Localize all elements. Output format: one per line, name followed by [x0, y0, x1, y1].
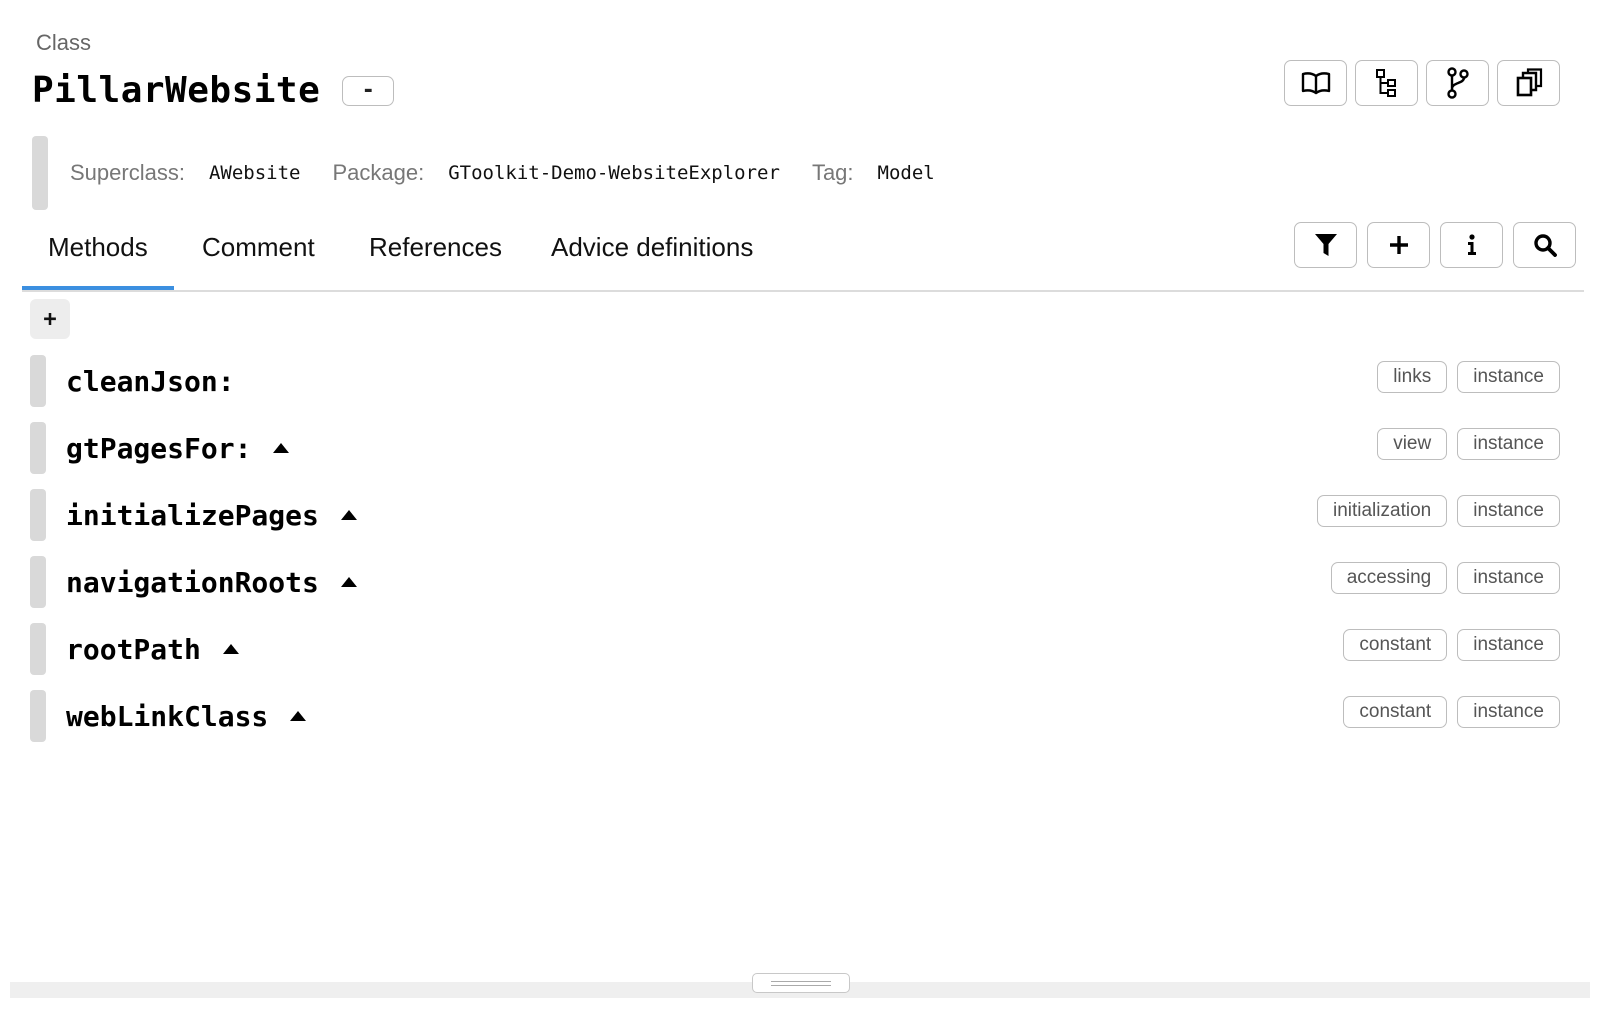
method-tags: initialization instance [1316, 495, 1560, 527]
search-icon [1533, 233, 1557, 257]
book-icon [1301, 71, 1331, 95]
method-name[interactable]: navigationRoots [66, 566, 319, 599]
info-icon [1466, 234, 1478, 256]
method-row-initializepages[interactable]: initializePages initialization instance [30, 489, 1560, 541]
title-row: PillarWebsite - [32, 70, 395, 111]
documentation-button[interactable] [1284, 60, 1347, 106]
class-title: PillarWebsite [32, 70, 321, 111]
resize-handle[interactable] [752, 973, 850, 993]
method-row-weblinkclass[interactable]: webLinkClass constant instance [30, 690, 1560, 742]
add-button[interactable] [1367, 222, 1430, 268]
tab-comment[interactable]: Comment [202, 232, 315, 280]
method-tags: constant instance [1343, 696, 1560, 728]
tag-link[interactable]: Model [878, 162, 935, 184]
method-name[interactable]: cleanJson: [66, 365, 235, 398]
side-tag[interactable]: instance [1457, 361, 1560, 393]
protocol-tag[interactable]: links [1377, 361, 1448, 393]
protocol-tag[interactable]: view [1377, 428, 1448, 460]
method-tags: links instance [1377, 361, 1560, 393]
hierarchy-icon [1375, 68, 1399, 98]
method-strip [30, 690, 46, 742]
tab-methods[interactable]: Methods [22, 232, 174, 290]
method-name[interactable]: initializePages [66, 499, 319, 532]
meta-strip [32, 136, 48, 210]
side-tag[interactable]: instance [1457, 428, 1560, 460]
protocol-tag[interactable]: initialization [1316, 495, 1448, 527]
copy-icon [1515, 68, 1543, 98]
side-tag[interactable]: instance [1457, 562, 1560, 594]
method-name[interactable]: webLinkClass [66, 700, 268, 733]
method-strip [30, 489, 46, 541]
branch-button[interactable] [1426, 60, 1489, 106]
method-strip [30, 556, 46, 608]
method-strip [30, 623, 46, 675]
method-strip [30, 422, 46, 474]
plus-icon [1389, 235, 1409, 255]
search-button[interactable] [1513, 222, 1576, 268]
tab-actions [1294, 222, 1576, 268]
protocol-tag[interactable]: accessing [1330, 562, 1448, 594]
method-row-gtpagesfor[interactable]: gtPagesFor: view instance [30, 422, 1560, 474]
method-name[interactable]: gtPagesFor: [66, 432, 251, 465]
package-link[interactable]: GToolkit-Demo-WebsiteExplorer [448, 162, 780, 184]
method-row-navigationroots[interactable]: navigationRoots accessing instance [30, 556, 1560, 608]
side-tag[interactable]: instance [1457, 696, 1560, 728]
info-button[interactable] [1440, 222, 1503, 268]
side-tag[interactable]: instance [1457, 629, 1560, 661]
method-row-cleanjson[interactable]: cleanJson: links instance [30, 355, 1560, 407]
copy-button[interactable] [1497, 60, 1560, 106]
tab-bar: Methods Comment References Advice defini… [22, 222, 1584, 292]
filter-button[interactable] [1294, 222, 1357, 268]
method-tags: accessing instance [1330, 562, 1560, 594]
branch-icon [1446, 67, 1470, 99]
protocol-tag[interactable]: constant [1343, 629, 1448, 661]
add-method-button[interactable]: + [30, 299, 70, 339]
superclass-label: Superclass: [70, 160, 185, 185]
method-tags: view instance [1377, 428, 1560, 460]
package-label: Package: [332, 160, 425, 185]
class-meta-bar: Superclass: AWebsite Package: GToolkit-D… [32, 136, 967, 210]
method-row-rootpath[interactable]: rootPath constant instance [30, 623, 1560, 675]
collapse-button[interactable]: - [342, 75, 395, 106]
method-strip [30, 355, 46, 407]
hierarchy-button[interactable] [1355, 60, 1418, 106]
protocol-tag[interactable]: constant [1343, 696, 1448, 728]
expand-triangle-icon[interactable] [340, 510, 357, 520]
expand-triangle-icon[interactable] [273, 443, 290, 453]
class-browser: Class PillarWebsite - Superclass: AWebsi… [0, 0, 1600, 1012]
top-actions [1284, 60, 1560, 106]
kind-label: Class [36, 30, 92, 55]
filter-icon [1314, 232, 1338, 258]
side-tag[interactable]: instance [1457, 495, 1560, 527]
method-tags: constant instance [1343, 629, 1560, 661]
expand-triangle-icon[interactable] [290, 711, 307, 721]
tab-advice-definitions[interactable]: Advice definitions [551, 232, 753, 280]
superclass-link[interactable]: AWebsite [209, 162, 301, 184]
tag-label: Tag: [811, 160, 854, 185]
expand-triangle-icon[interactable] [222, 644, 239, 654]
method-name[interactable]: rootPath [66, 633, 201, 666]
expand-triangle-icon[interactable] [340, 577, 357, 587]
tab-references[interactable]: References [369, 232, 502, 280]
method-list: cleanJson: links instance gtPagesFor: vi… [30, 355, 1560, 757]
